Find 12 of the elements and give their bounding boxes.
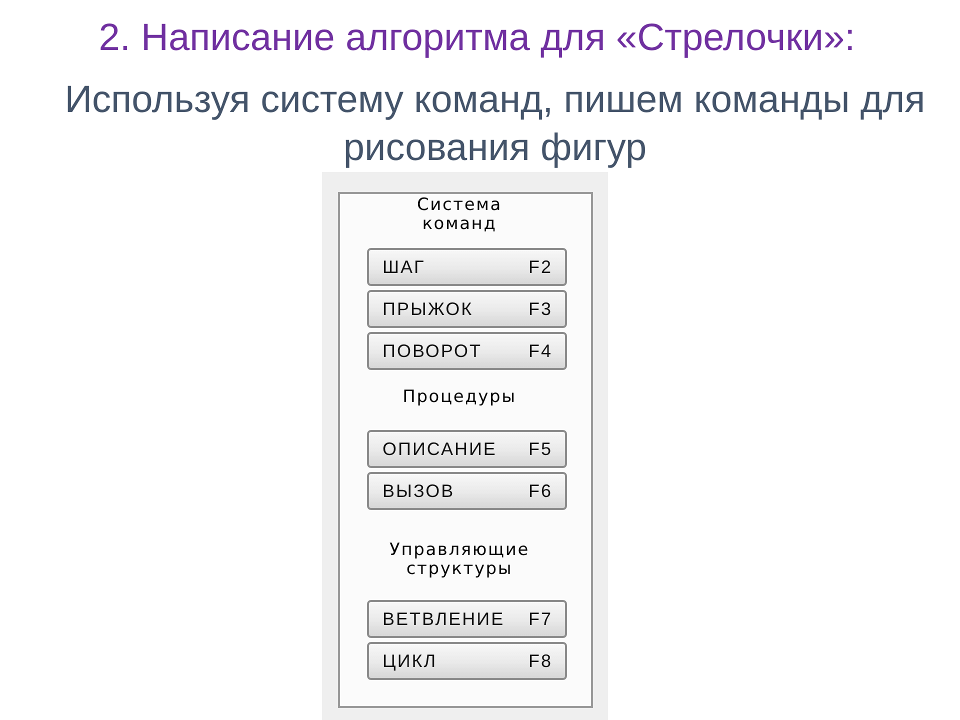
slide-subtitle: Используя систему команд, пишем команды для рисования фигур (64, 78, 926, 171)
section-heading: Система команд (417, 196, 503, 234)
section-heading: Управляющие структуры (390, 541, 530, 579)
command-button[interactable]: ВЕТВЛЕНИЕ F7 (366, 600, 566, 638)
command-button[interactable]: ПРЫЖОК F3 (366, 290, 566, 328)
command-button[interactable]: ОПИСАНИЕ F5 (366, 430, 566, 468)
command-button[interactable]: ВЫЗОВ F6 (366, 472, 566, 510)
command-button[interactable]: ШАГ F2 (366, 248, 566, 286)
command-button[interactable]: ЦИКЛ F8 (366, 642, 566, 680)
command-button[interactable]: ПОВОРОТ F4 (366, 332, 566, 370)
slide-title: 2. Написание алгоритма для «Стрелочки»: (98, 16, 856, 60)
section-heading: Процедуры (402, 388, 518, 407)
